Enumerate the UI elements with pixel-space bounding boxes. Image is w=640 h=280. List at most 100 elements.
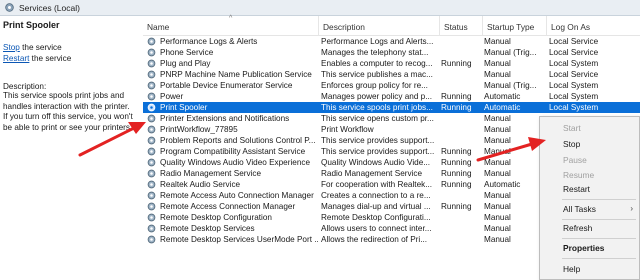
service-name: Performance Logs & Alerts <box>160 37 258 46</box>
menu-item-pause[interactable]: Pause <box>540 153 639 167</box>
service-startup-type: Manual <box>484 37 511 46</box>
service-status <box>441 212 483 223</box>
service-status: Running <box>441 92 472 101</box>
service-startup-type: Manual <box>484 213 511 222</box>
service-log-on-as: Local System <box>549 92 599 101</box>
menu-item-refresh[interactable]: Refresh <box>540 221 639 235</box>
service-startup-type: Manual <box>484 136 511 145</box>
column-header-log-on-as[interactable]: Log On As <box>547 16 640 36</box>
table-row[interactable]: Print Spooler This service spools print j… <box>143 102 640 113</box>
gear-icon <box>147 202 156 211</box>
service-log-on-as: Local Service <box>549 70 599 79</box>
gear-icon <box>147 125 156 134</box>
menu-separator <box>562 258 636 259</box>
service-name: Plug and Play <box>160 59 211 68</box>
table-row[interactable]: Portable Device Enumerator Service Enforc… <box>143 80 640 91</box>
service-name-cell: Portable Device Enumerator Service <box>147 80 318 91</box>
context-menu: Start Stop Pause Resume Restart All Task… <box>539 116 640 280</box>
service-name-cell: Printer Extensions and Notifications <box>147 113 318 124</box>
restart-action: Restart the service <box>3 53 137 64</box>
service-log-on-as: Local System <box>549 103 599 112</box>
service-name: Problem Reports and Solutions Control P.… <box>160 136 316 145</box>
service-name: Power <box>160 92 184 101</box>
menu-item-resume[interactable]: Resume <box>540 168 639 182</box>
service-log-on-as: Local System <box>549 59 599 68</box>
gear-icon <box>147 114 156 123</box>
service-status: Running <box>441 180 472 189</box>
service-name: Print Spooler <box>160 103 208 112</box>
service-status <box>441 223 483 234</box>
service-status: Running <box>441 169 472 178</box>
menu-item-all-tasks[interactable]: All Tasks › <box>540 202 639 216</box>
window-title: Services (Local) <box>19 2 80 13</box>
service-name: Remote Desktop Configuration <box>160 213 272 222</box>
service-status: Running <box>441 59 472 68</box>
table-row[interactable]: Power Manages power policy and p... Runnin… <box>143 91 640 102</box>
service-name-cell: PNRP Machine Name Publication Service <box>147 69 318 80</box>
gear-icon <box>147 235 156 244</box>
service-name: Radio Management Service <box>160 169 262 178</box>
service-status <box>441 234 483 245</box>
gear-icon <box>147 169 156 178</box>
service-description: Manages dial-up and virtual ... <box>321 202 431 211</box>
service-name-cell: Remote Desktop Configuration <box>147 212 318 223</box>
service-status: Running <box>441 158 472 167</box>
stop-action: Stop the service <box>3 42 137 53</box>
menu-item-help[interactable]: Help <box>540 262 639 276</box>
column-header-description[interactable]: Description <box>319 16 440 36</box>
service-name-cell: Remote Access Auto Connection Manager <box>147 190 318 201</box>
table-row[interactable]: PNRP Machine Name Publication Service Thi… <box>143 69 640 80</box>
gear-icon <box>147 70 156 79</box>
service-description: Creates a connection to a re... <box>321 191 431 200</box>
service-name-cell: Radio Management Service <box>147 168 318 179</box>
menu-item-restart[interactable]: Restart <box>540 182 639 196</box>
service-startup-type: Manual <box>484 125 511 134</box>
service-name-cell: Problem Reports and Solutions Control P.… <box>147 135 318 146</box>
service-name-cell: Remote Desktop Services <box>147 223 318 234</box>
service-name: Realtek Audio Service <box>160 180 241 189</box>
service-startup-type: Manual <box>484 158 511 167</box>
service-status: Running <box>441 147 472 156</box>
service-description: Manages the telephony stat... <box>321 48 429 57</box>
stop-service-link[interactable]: Stop <box>3 43 20 52</box>
service-name-cell: Realtek Audio Service <box>147 179 318 190</box>
service-status <box>441 80 483 91</box>
table-row[interactable]: Performance Logs & Alerts Performance Log… <box>143 36 640 47</box>
restart-service-link[interactable]: Restart <box>3 54 29 63</box>
service-startup-type: Automatic <box>484 180 521 189</box>
menu-item-stop[interactable]: Stop <box>540 137 639 151</box>
table-row[interactable]: Phone Service Manages the telephony stat.… <box>143 47 640 58</box>
service-startup-type: Manual <box>484 59 511 68</box>
service-startup-type: Manual (Trig... <box>484 81 537 90</box>
services-header: Services (Local) <box>0 0 640 16</box>
service-startup-type: Automatic <box>484 103 521 112</box>
column-header-status[interactable]: Status <box>440 16 483 36</box>
service-startup-type: Manual <box>484 224 511 233</box>
service-status <box>441 135 483 146</box>
menu-item-start[interactable]: Start <box>540 121 639 135</box>
service-log-on-as: Local Service <box>549 48 599 57</box>
menu-item-properties[interactable]: Properties <box>540 241 639 255</box>
service-description: For cooperation with Realtek... <box>321 180 433 189</box>
service-name-cell: Quality Windows Audio Video Experience <box>147 157 318 168</box>
service-status: Running <box>441 202 472 211</box>
column-header-name[interactable]: Name ^ <box>143 15 319 36</box>
gear-icon <box>147 147 156 156</box>
stop-action-text: the service <box>19 43 62 52</box>
menu-separator <box>562 219 636 220</box>
service-name: Remote Access Connection Manager <box>160 202 296 211</box>
service-name-cell: PrintWorkflow_77895 <box>147 124 318 135</box>
service-status: Running <box>441 103 472 112</box>
gear-icon <box>147 224 156 233</box>
gear-icon <box>147 158 156 167</box>
service-name-cell: Print Spooler <box>147 102 318 113</box>
column-header-name-label: Name <box>147 22 170 32</box>
restart-action-text: the service <box>29 54 72 63</box>
service-name: Remote Desktop Services <box>160 224 255 233</box>
column-header-startup-type[interactable]: Startup Type <box>483 16 547 36</box>
table-row[interactable]: Plug and Play Enables a computer to recog… <box>143 58 640 69</box>
service-startup-type: Manual <box>484 169 511 178</box>
service-startup-type: Manual <box>484 147 511 156</box>
service-description: Radio Management Service <box>321 169 423 178</box>
service-startup-type: Manual <box>484 70 511 79</box>
